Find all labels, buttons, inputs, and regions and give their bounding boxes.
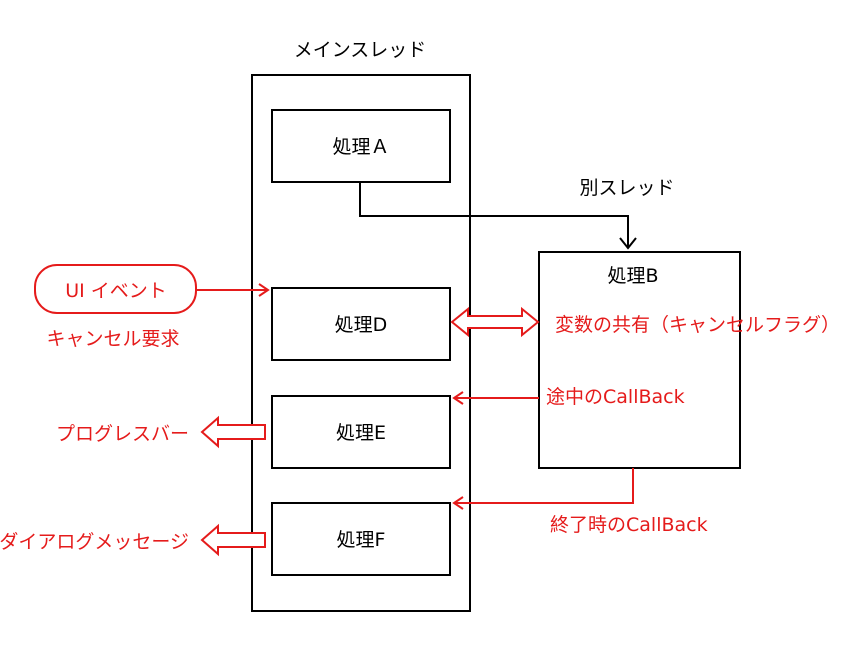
process-d-label: 処理D — [335, 314, 388, 336]
ui-event-label: UI イベント — [65, 280, 167, 302]
thread-diagram: メインスレッド 処理Ａ 処理D 処理E 処理F 処理B 別スレッド UI イベン… — [0, 39, 840, 612]
other-thread-label: 別スレッド — [579, 177, 674, 199]
process-b-label: 処理B — [607, 265, 658, 287]
ui-event-caption: キャンセル要求 — [46, 328, 179, 350]
main-thread-label: メインスレッド — [294, 39, 427, 61]
midway-callback-label: 途中のCallBack — [546, 386, 685, 408]
progress-bar-label: プログレスバー — [56, 423, 189, 445]
process-f-label: 処理F — [337, 529, 386, 551]
process-a-label: 処理Ａ — [332, 136, 389, 158]
shared-variable-label: 変数の共有（キャンセルフラグ） — [555, 314, 840, 336]
process-e-label: 処理E — [336, 422, 386, 444]
shared-variable-double-arrow — [450, 306, 540, 338]
dialog-message-label: ダイアログメッセージ — [0, 531, 189, 553]
end-callback-label: 終了時のCallBack — [550, 514, 708, 536]
end-callback-line — [454, 468, 634, 504]
